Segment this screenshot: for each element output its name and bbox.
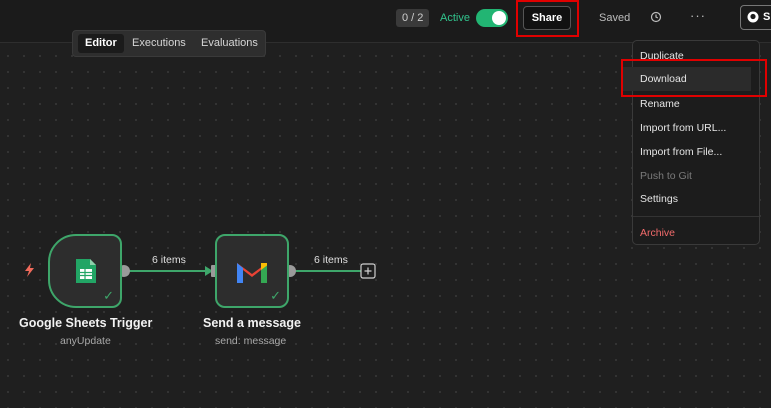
node-subtitle-sheets: anyUpdate: [60, 335, 111, 347]
node-title-sheets: Google Sheets Trigger: [19, 316, 153, 330]
gmail-icon: [237, 263, 267, 283]
connection-label-2: 6 items: [314, 254, 348, 266]
node-subtitle-gmail: send: message: [215, 335, 287, 347]
send-message-node[interactable]: ✓: [215, 234, 289, 308]
trigger-bolt-icon: [25, 263, 34, 277]
connections-layer: [25, 263, 376, 279]
success-check-icon: ✓: [103, 288, 114, 303]
success-check-icon: ✓: [270, 288, 281, 303]
google-sheets-icon: [76, 259, 96, 283]
node-title-gmail: Send a message: [203, 316, 301, 330]
connection-label-1: 6 items: [152, 254, 186, 266]
google-sheets-trigger-node[interactable]: ✓: [48, 234, 122, 308]
